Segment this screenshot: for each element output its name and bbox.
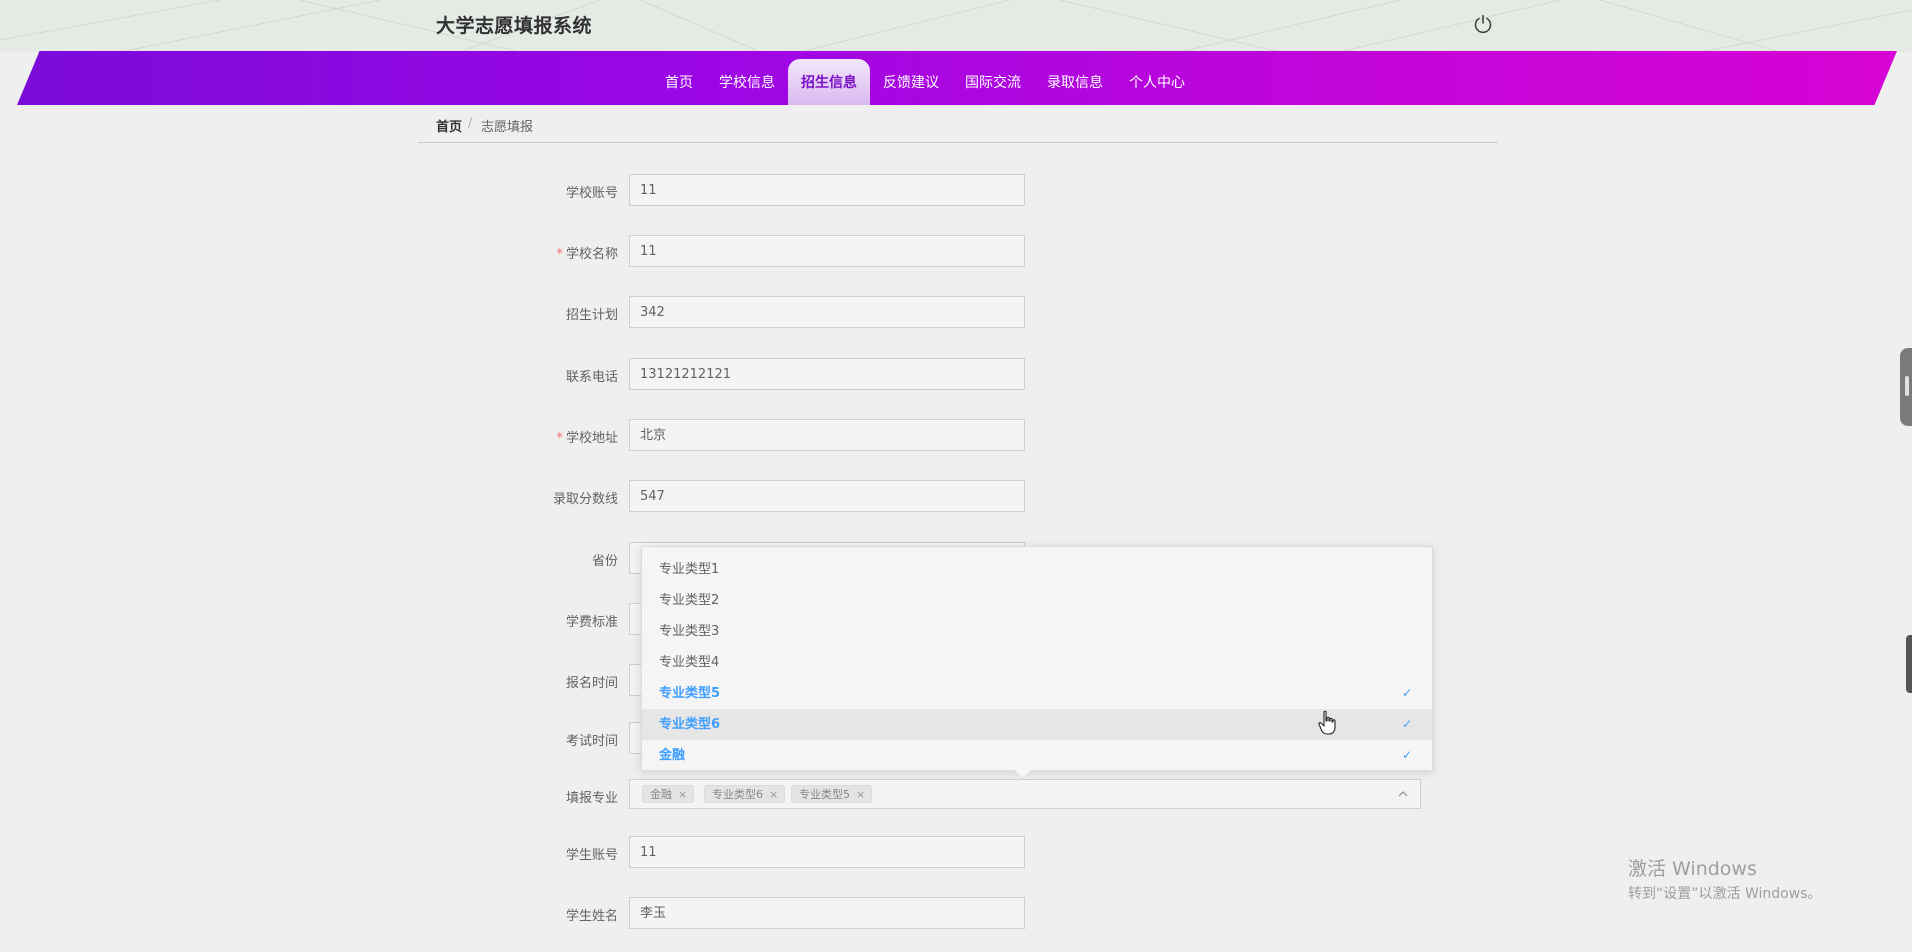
field-label: 考试时间 bbox=[565, 734, 618, 749]
option-label: 专业类型4 bbox=[659, 655, 720, 670]
form-row-cutoff-score: 录取分数线 547 bbox=[500, 480, 1440, 514]
dropdown-option[interactable]: 专业类型1 bbox=[642, 554, 1432, 585]
nav-item-enrollment-info[interactable]: 录取信息 bbox=[1034, 59, 1116, 105]
chevron-up-icon[interactable] bbox=[1396, 786, 1410, 800]
nav-item-international[interactable]: 国际交流 bbox=[952, 59, 1034, 105]
check-icon: ✓ bbox=[1401, 748, 1412, 762]
field-label: * 学校地址 bbox=[556, 427, 618, 446]
school-account-input[interactable]: 11 bbox=[629, 174, 1025, 206]
header-background-pattern bbox=[0, 0, 1912, 52]
option-label: 专业类型6 bbox=[659, 717, 721, 732]
field-label-text: 学校名称 bbox=[565, 247, 618, 262]
form-row-student-name: 学生姓名 李玉 bbox=[500, 897, 1440, 931]
major-dropdown: 专业类型1 专业类型2 专业类型3 专业类型4 专业类型5 ✓ 专业类型6 ✓ 金融… bbox=[641, 546, 1433, 780]
breadcrumb-current: 志愿填报 bbox=[481, 120, 534, 135]
major-multi-select[interactable]: 金融 × 专业类型6 × 专业类型5 × bbox=[629, 779, 1421, 809]
student-name-input[interactable]: 李玉 bbox=[629, 897, 1025, 929]
field-label: 联系电话 bbox=[565, 370, 618, 385]
school-address-input[interactable]: 北京 bbox=[629, 419, 1025, 451]
dropdown-option-selected[interactable]: 专业类型5 ✓ bbox=[642, 678, 1432, 709]
scrollbar-thumb[interactable] bbox=[1906, 635, 1912, 693]
nav-item-school-info[interactable]: 学校信息 bbox=[706, 59, 788, 105]
enrollment-plan-input[interactable]: 342 bbox=[629, 296, 1025, 328]
option-label: 专业类型1 bbox=[659, 562, 720, 577]
field-label: 学生账号 bbox=[565, 848, 618, 863]
breadcrumb-home[interactable]: 首页 bbox=[436, 116, 462, 135]
field-label: 学生姓名 bbox=[565, 909, 618, 924]
field-label: 录取分数线 bbox=[552, 492, 618, 507]
tag-label: 专业类型6 bbox=[712, 788, 763, 801]
field-label: * 学校名称 bbox=[556, 243, 618, 262]
nav-item-home[interactable]: 首页 bbox=[652, 59, 706, 105]
field-label: 省份 bbox=[591, 554, 618, 569]
phone-input[interactable]: 13121212121 bbox=[629, 358, 1025, 390]
tag-close-icon[interactable]: × bbox=[678, 788, 687, 801]
required-mark: * bbox=[556, 247, 563, 262]
tag-label: 专业类型5 bbox=[799, 788, 850, 801]
dropdown-option[interactable]: 专业类型3 bbox=[642, 616, 1432, 647]
form-row-major: 填报专业 金融 × 专业类型6 × 专业类型5 × bbox=[500, 779, 1440, 813]
nav-item-personal-center[interactable]: 个人中心 bbox=[1116, 59, 1198, 105]
windows-activation-watermark: 激活 Windows 转到“设置”以激活 Windows。 bbox=[1628, 857, 1821, 905]
tag-close-icon[interactable]: × bbox=[856, 788, 865, 801]
cutoff-score-input[interactable]: 547 bbox=[629, 480, 1025, 512]
site-title: 大学志愿填报系统 bbox=[436, 15, 593, 37]
tag-close-icon[interactable]: × bbox=[769, 788, 778, 801]
selected-tag: 专业类型5 × bbox=[791, 785, 873, 803]
student-account-input[interactable]: 11 bbox=[629, 836, 1025, 868]
form-row-school-address: * 学校地址 北京 bbox=[500, 419, 1440, 453]
form-row-school-account: 学校账号 11 bbox=[500, 174, 1440, 208]
field-label-text: 学校地址 bbox=[565, 431, 618, 446]
form-row-student-account: 学生账号 11 bbox=[500, 836, 1440, 870]
field-label: 报名时间 bbox=[565, 676, 618, 691]
option-label: 专业类型5 bbox=[659, 686, 721, 701]
option-label: 专业类型3 bbox=[659, 624, 720, 639]
watermark-title: 激活 Windows bbox=[1628, 858, 1757, 880]
tag-label: 金融 bbox=[650, 788, 672, 801]
dropdown-option-selected[interactable]: 金融 ✓ bbox=[642, 740, 1432, 771]
side-panel-handle[interactable] bbox=[1900, 348, 1912, 426]
nav-item-feedback[interactable]: 反馈建议 bbox=[870, 59, 952, 105]
breadcrumb: 首页 / 志愿填报 bbox=[418, 114, 1498, 143]
top-header: 大学志愿填报系统 bbox=[0, 0, 1912, 52]
dropdown-option-selected[interactable]: 专业类型6 ✓ bbox=[642, 709, 1432, 740]
nav-item-admission-info[interactable]: 招生信息 bbox=[788, 59, 870, 105]
hand-cursor-icon bbox=[1318, 710, 1338, 736]
field-label: 招生计划 bbox=[565, 308, 618, 323]
school-name-input[interactable]: 11 bbox=[629, 235, 1025, 267]
form-row-enrollment-plan: 招生计划 342 bbox=[500, 296, 1440, 330]
option-label: 专业类型2 bbox=[659, 593, 720, 608]
check-icon: ✓ bbox=[1401, 686, 1412, 700]
required-mark: * bbox=[556, 431, 563, 446]
field-label: 学费标准 bbox=[565, 615, 618, 630]
field-label: 学校账号 bbox=[565, 186, 618, 201]
watermark-subtitle: 转到“设置”以激活 Windows。 bbox=[1628, 886, 1822, 902]
check-icon: ✓ bbox=[1401, 717, 1412, 731]
selected-tag: 专业类型6 × bbox=[704, 785, 786, 803]
form-row-phone: 联系电话 13121212121 bbox=[500, 358, 1440, 392]
dropdown-option[interactable]: 专业类型4 bbox=[642, 647, 1432, 678]
nav-menu: 首页 学校信息 招生信息 反馈建议 国际交流 录取信息 个人中心 bbox=[652, 59, 1198, 105]
field-label: 填报专业 bbox=[565, 791, 618, 806]
dropdown-option[interactable]: 专业类型2 bbox=[642, 585, 1432, 616]
power-icon[interactable] bbox=[1472, 13, 1494, 35]
form-row-school-name: * 学校名称 11 bbox=[500, 235, 1440, 269]
selected-tag: 金融 × bbox=[642, 785, 695, 803]
option-label: 金融 bbox=[659, 748, 686, 763]
breadcrumb-separator: / bbox=[468, 116, 473, 131]
